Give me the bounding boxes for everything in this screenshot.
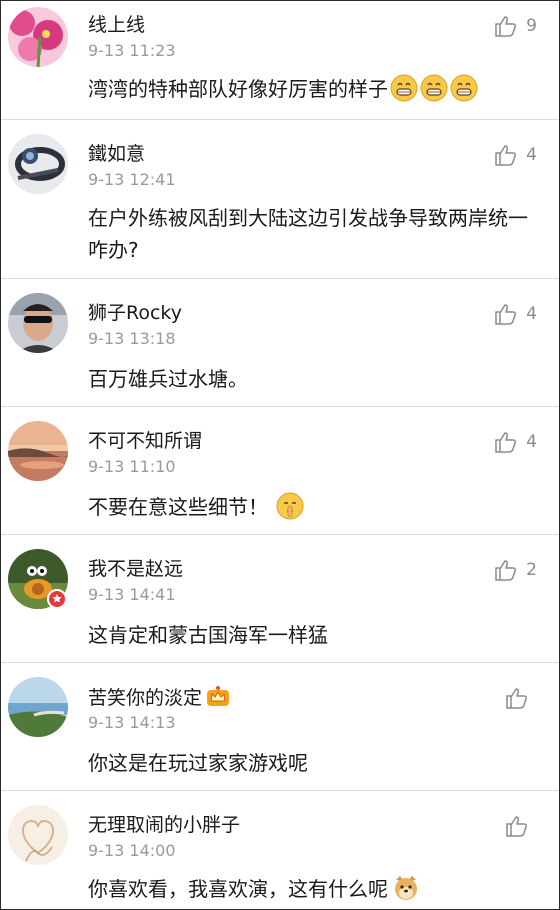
comment-text-body: 你喜欢看，我喜欢演，这有什么呢 — [88, 877, 388, 901]
comment-time: 9-13 14:00 — [88, 841, 176, 860]
comment-item: 不可不知所谓 9-13 11:10 不要在意这些细节！ 4 — [1, 407, 559, 535]
username[interactable]: 我不是赵远 — [88, 557, 183, 581]
verified-badge-icon — [47, 589, 67, 609]
username[interactable]: 狮子Rocky — [88, 301, 182, 325]
comment-text: 湾湾的特种部队好像好厉害的样子 — [88, 73, 538, 105]
thumbs-up-icon — [495, 560, 517, 581]
avatar[interactable] — [8, 421, 68, 481]
shush-emoji — [276, 492, 304, 520]
like-count: 9 — [526, 16, 537, 36]
username[interactable]: 无理取闹的小胖子 — [88, 813, 240, 837]
like-count: 4 — [526, 432, 537, 452]
username[interactable]: 不可不知所谓 — [88, 429, 202, 453]
thumbs-up-icon — [506, 816, 527, 837]
like-button[interactable] — [505, 815, 537, 837]
username[interactable]: 鐵如意 — [88, 142, 145, 166]
thumbs-up-icon — [495, 432, 517, 453]
username[interactable]: 线上线 — [88, 13, 145, 37]
comment-time: 9-13 14:41 — [88, 585, 176, 604]
grin-emoji — [390, 74, 418, 102]
like-button[interactable]: 4 — [494, 144, 537, 166]
avatar[interactable] — [8, 293, 68, 353]
thumbs-up-icon — [495, 145, 517, 166]
like-button[interactable]: 2 — [494, 559, 537, 581]
thumbs-up-icon — [495, 304, 517, 325]
grin-emoji — [420, 74, 448, 102]
username-text: 苦笑你的淡定 — [88, 687, 203, 709]
comment-item: 苦笑你的淡定 9-13 14:13 你这是在玩过家家游戏呢 — [1, 663, 559, 791]
comment-text-body: 不要在意这些细节！ — [88, 495, 268, 519]
comment-text: 你这是在玩过家家游戏呢 — [88, 751, 308, 775]
comment-time: 9-13 13:18 — [88, 329, 176, 348]
like-count: 4 — [526, 145, 537, 165]
like-button[interactable]: 4 — [494, 303, 537, 325]
comment-item: 我不是赵远 9-13 14:41 这肯定和蒙古国海军一样猛 2 — [1, 535, 559, 663]
like-count: 2 — [526, 560, 537, 580]
username[interactable]: 苦笑你的淡定 — [88, 685, 230, 710]
like-count: 4 — [526, 304, 537, 324]
comment-time: 9-13 12:41 — [88, 170, 176, 189]
comment-text: 你喜欢看，我喜欢演，这有什么呢 — [88, 873, 538, 905]
avatar[interactable] — [8, 677, 68, 737]
comment-text: 百万雄兵过水塘。 — [88, 367, 248, 391]
comment-item: 线上线 9-13 11:23 湾湾的特种部队好像好厉害的样子 9 — [1, 1, 559, 120]
thumbs-up-icon — [506, 688, 527, 709]
comment-time: 9-13 11:10 — [88, 457, 176, 476]
grin-emoji — [450, 74, 478, 102]
like-button[interactable]: 4 — [494, 431, 537, 453]
comment-item: 鐵如意 9-13 12:41 在户外练被风刮到大陆这边引发战争导致两岸统一咋办?… — [1, 120, 559, 279]
thumbs-up-icon — [495, 16, 517, 37]
comment-text: 在户外练被风刮到大陆这边引发战争导致两岸统一咋办? — [88, 206, 528, 262]
avatar[interactable] — [8, 7, 68, 67]
comment-time: 9-13 14:13 — [88, 713, 176, 732]
doge-emoji — [395, 876, 417, 900]
comment-time: 9-13 11:23 — [88, 41, 176, 60]
avatar[interactable] — [8, 134, 68, 194]
crown-badge-icon — [207, 686, 230, 706]
comment-item: 无理取闹的小胖子 9-13 14:00 你喜欢看，我喜欢演，这有什么呢 — [1, 791, 559, 909]
like-button[interactable]: 9 — [494, 15, 537, 37]
avatar[interactable] — [8, 805, 68, 865]
comment-text: 这肯定和蒙古国海军一样猛 — [88, 623, 328, 647]
comment-text-body: 湾湾的特种部队好像好厉害的样子 — [88, 77, 388, 101]
like-button[interactable] — [505, 687, 537, 709]
comment-list: 线上线 9-13 11:23 湾湾的特种部队好像好厉害的样子 9 鐵如意 9-1… — [0, 0, 560, 910]
comment-text: 不要在意这些细节！ — [88, 491, 538, 523]
comment-item: 狮子Rocky 9-13 13:18 百万雄兵过水塘。 4 — [1, 279, 559, 407]
